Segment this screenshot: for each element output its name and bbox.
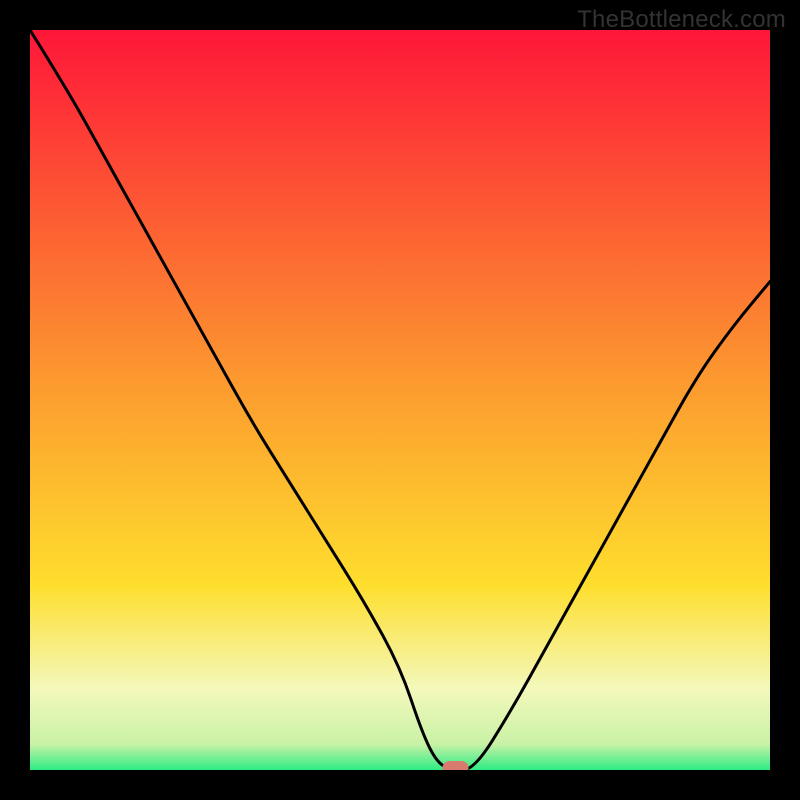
optimal-marker <box>443 761 469 770</box>
chart-svg <box>30 30 770 770</box>
bottleneck-chart <box>30 30 770 770</box>
page-frame: TheBottleneck.com <box>0 0 800 800</box>
chart-background <box>30 30 770 770</box>
